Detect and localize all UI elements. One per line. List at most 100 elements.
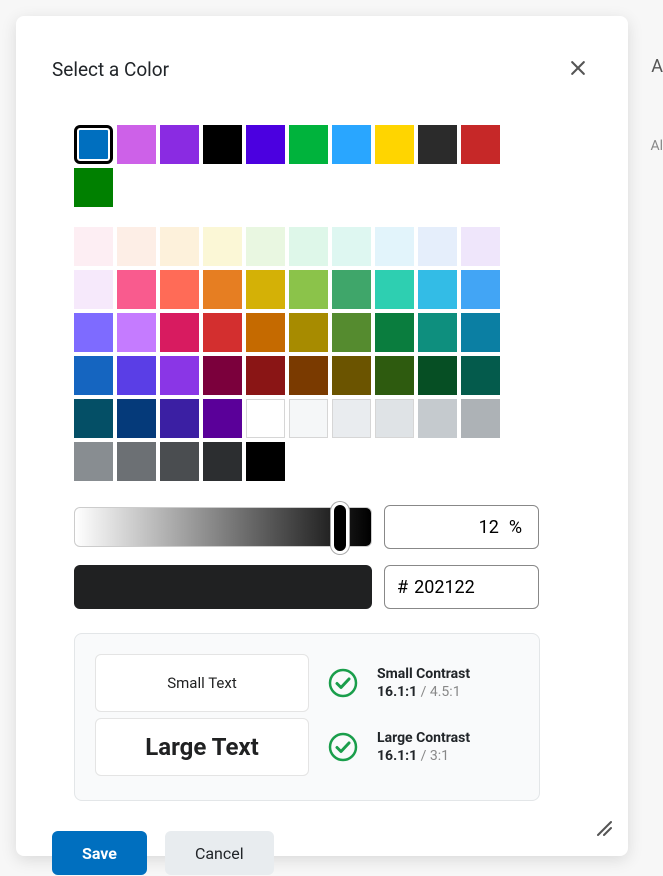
color-swatch[interactable] [203,313,242,352]
color-swatch[interactable] [375,125,414,164]
color-swatch[interactable] [289,356,328,395]
color-swatch[interactable] [160,125,199,164]
extended-swatch-grid [74,227,540,481]
color-swatch[interactable] [332,399,371,438]
color-swatch[interactable] [74,399,113,438]
color-swatch[interactable] [375,227,414,266]
small-contrast-ratio: 16.1:1 / 4.5:1 [377,684,470,700]
color-swatch[interactable] [203,270,242,309]
lightness-unit: % [509,517,522,538]
color-swatch[interactable] [246,356,285,395]
hex-prefix: # [397,577,408,598]
lightness-slider[interactable] [74,507,372,547]
lightness-input[interactable] [439,517,499,538]
small-contrast-label: Small Contrast [377,666,470,682]
color-swatch[interactable] [332,356,371,395]
color-swatch[interactable] [461,356,500,395]
close-icon [568,58,588,78]
bg-fragment-2: Al [650,138,663,154]
color-swatch[interactable] [418,313,457,352]
check-pass-icon [327,731,359,763]
preview-row: # [74,565,592,609]
resize-handle-icon[interactable] [594,818,612,840]
check-pass-icon [327,667,359,699]
small-text-sample: Small Text [95,654,309,712]
bg-fragment-1: A [651,56,663,77]
color-swatch[interactable] [74,270,113,309]
color-swatch[interactable] [203,125,242,164]
lightness-row: % [74,505,592,549]
color-swatch[interactable] [203,227,242,266]
color-swatch[interactable] [74,227,113,266]
color-swatch[interactable] [117,270,156,309]
hex-input[interactable] [414,577,514,598]
color-swatch[interactable] [74,442,113,481]
large-contrast-label: Large Contrast [377,730,470,746]
color-swatch[interactable] [117,356,156,395]
color-swatch[interactable] [418,227,457,266]
dialog-header: Select a Color [52,54,592,85]
close-button[interactable] [564,54,592,85]
dialog-title: Select a Color [52,58,169,81]
color-swatch[interactable] [160,227,199,266]
color-swatch[interactable] [461,399,500,438]
color-swatch[interactable] [289,227,328,266]
contrast-panel: Small Text Small Contrast 16.1:1 / 4.5:1… [74,633,540,801]
color-swatch[interactable] [418,356,457,395]
color-swatch[interactable] [246,313,285,352]
color-swatch[interactable] [160,313,199,352]
color-swatch[interactable] [203,399,242,438]
color-swatch[interactable] [74,313,113,352]
color-swatch[interactable] [74,168,113,207]
hex-input-box: # [384,565,539,609]
color-swatch[interactable] [461,227,500,266]
large-contrast-info: Large Contrast 16.1:1 / 3:1 [377,730,470,764]
small-contrast-row: Small Text Small Contrast 16.1:1 / 4.5:1 [95,654,519,712]
color-swatch[interactable] [246,270,285,309]
color-swatch[interactable] [74,125,113,164]
color-swatch[interactable] [246,399,285,438]
color-swatch[interactable] [418,270,457,309]
color-swatch[interactable] [375,313,414,352]
color-swatch[interactable] [332,313,371,352]
color-swatch[interactable] [160,270,199,309]
color-swatch[interactable] [203,442,242,481]
color-swatch[interactable] [117,399,156,438]
color-swatch[interactable] [203,356,242,395]
color-swatch[interactable] [461,313,500,352]
color-swatch[interactable] [375,270,414,309]
color-swatch[interactable] [160,442,199,481]
primary-swatch-row [74,125,540,207]
lightness-input-box: % [384,505,539,549]
large-text-sample: Large Text [95,718,309,776]
color-swatch[interactable] [375,356,414,395]
lightness-slider-thumb[interactable] [331,502,349,554]
color-preview [74,565,372,609]
color-swatch[interactable] [246,125,285,164]
color-swatch[interactable] [332,227,371,266]
color-swatch[interactable] [332,270,371,309]
color-swatch[interactable] [117,442,156,481]
color-swatch[interactable] [117,125,156,164]
color-swatch[interactable] [375,399,414,438]
cancel-button[interactable]: Cancel [165,831,274,875]
color-swatch[interactable] [160,356,199,395]
color-swatch[interactable] [289,313,328,352]
color-swatch[interactable] [117,227,156,266]
large-contrast-row: Large Text Large Contrast 16.1:1 / 3:1 [95,718,519,776]
color-swatch[interactable] [246,227,285,266]
save-button[interactable]: Save [52,831,147,875]
color-swatch[interactable] [289,399,328,438]
color-swatch[interactable] [418,399,457,438]
color-swatch[interactable] [246,442,285,481]
color-swatch[interactable] [461,270,500,309]
color-swatch[interactable] [461,125,500,164]
color-swatch[interactable] [418,125,457,164]
color-swatch[interactable] [117,313,156,352]
color-swatch[interactable] [289,125,328,164]
dialog-footer: Save Cancel [52,831,592,875]
color-swatch[interactable] [160,399,199,438]
color-swatch[interactable] [74,356,113,395]
color-swatch[interactable] [332,125,371,164]
color-swatch[interactable] [289,270,328,309]
